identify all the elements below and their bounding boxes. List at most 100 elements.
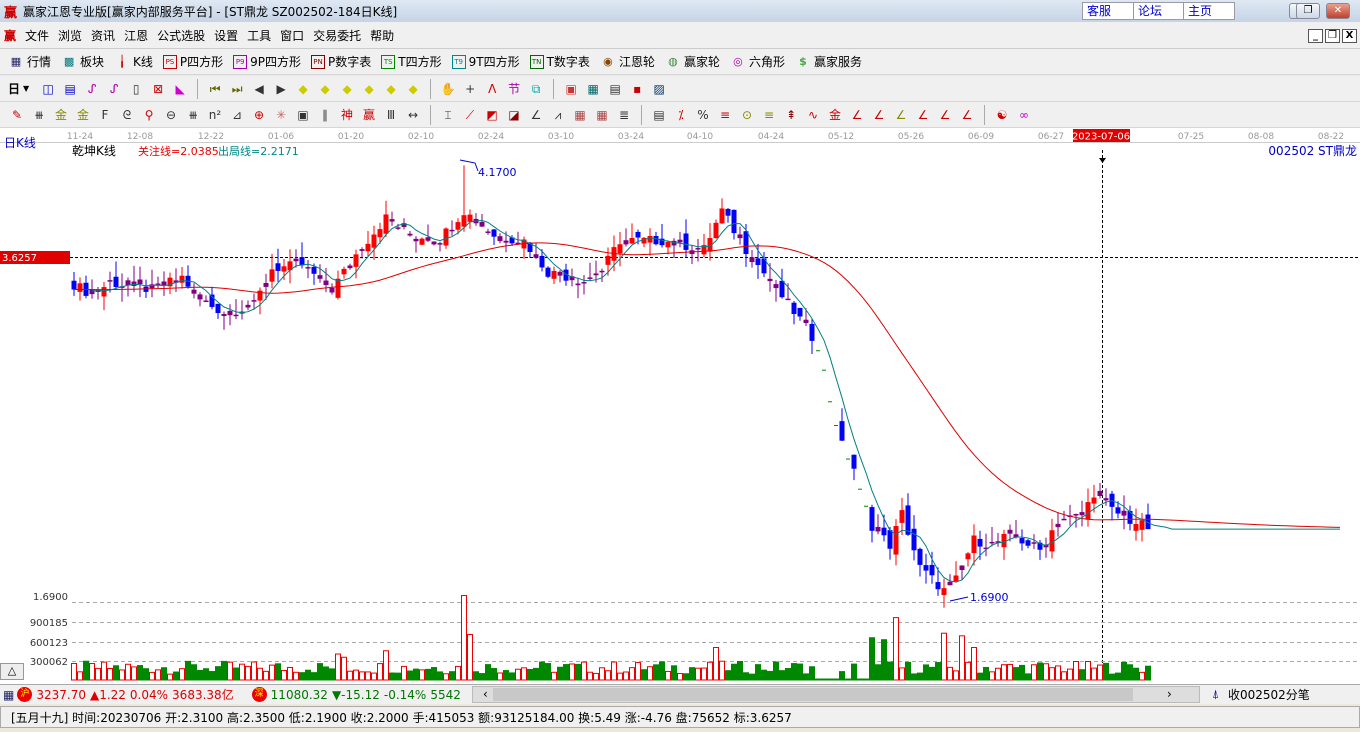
chart-canvas[interactable]: 11-24 12-08 12-22 01-06 01-20 02-10 02-24 03-10…: [0, 128, 1360, 684]
parallel-lines-icon[interactable]: ⧻: [30, 106, 48, 124]
print-icon[interactable]: ▨: [650, 80, 668, 98]
wave-icon[interactable]: ⩘: [549, 106, 567, 124]
vexpand-icon[interactable]: ◆: [382, 80, 400, 98]
god-icon[interactable]: 神: [338, 106, 356, 124]
percent-slash-icon[interactable]: ⁒: [672, 106, 690, 124]
menu-gann[interactable]: 江恩: [124, 27, 148, 44]
zoom-left-icon[interactable]: ◆: [294, 80, 312, 98]
fib-icon[interactable]: F: [96, 106, 114, 124]
menu-file[interactable]: 文件: [25, 27, 49, 44]
scroll-thumb[interactable]: [493, 688, 1133, 701]
menu-help[interactable]: 帮助: [370, 27, 394, 44]
indicator-icon[interactable]: ⊠: [149, 80, 167, 98]
festival-icon[interactable]: 节: [505, 80, 523, 98]
menu-browse[interactable]: 浏览: [58, 27, 82, 44]
slash-icon[interactable]: ∥: [316, 106, 334, 124]
table-icon[interactable]: ▤: [650, 106, 668, 124]
kline-button[interactable]: ╽ K线: [114, 53, 153, 70]
circle-icon[interactable]: ⊖: [162, 106, 180, 124]
fan3-icon[interactable]: ◪: [505, 106, 523, 124]
period-select[interactable]: 日 ▼: [8, 80, 29, 97]
p-number-table-button[interactable]: PN P数字表: [311, 53, 371, 70]
t-square-button[interactable]: TS T四方形: [381, 53, 442, 70]
mdi-close-button[interactable]: X: [1342, 29, 1357, 43]
report-icon[interactable]: ▤: [606, 80, 624, 98]
9p-square-button[interactable]: P9 9P四方形: [233, 53, 301, 70]
calculator-icon[interactable]: ▦: [584, 80, 602, 98]
sectors-button[interactable]: ▩ 板块: [61, 53, 104, 70]
menu-trade[interactable]: 交易委托: [313, 27, 361, 44]
grid-box-icon[interactable]: ▦: [571, 106, 589, 124]
save-icon[interactable]: ▪: [628, 80, 646, 98]
menu-tools[interactable]: 工具: [247, 27, 271, 44]
menu-window[interactable]: 窗口: [280, 27, 304, 44]
grid-icon[interactable]: ▦: [3, 688, 14, 702]
wave-box-icon[interactable]: ∿: [804, 106, 822, 124]
mdi-restore-button[interactable]: ❐: [1325, 29, 1340, 43]
hexagon-button[interactable]: ◎ 六角形: [730, 53, 785, 70]
brush-icon[interactable]: ⚲: [140, 106, 158, 124]
right-icon[interactable]: ▶: [272, 80, 290, 98]
lines-icon[interactable]: ≣: [615, 106, 633, 124]
god-angle-icon[interactable]: ∠: [914, 106, 932, 124]
left-icon[interactable]: ◀: [250, 80, 268, 98]
target-icon[interactable]: ⊕: [250, 106, 268, 124]
expand-icon[interactable]: ◆: [338, 80, 356, 98]
crosshair-icon[interactable]: +: [461, 80, 479, 98]
percent-icon[interactable]: %: [694, 106, 712, 124]
box-icon[interactable]: ▣: [294, 106, 312, 124]
four-angle-icon[interactable]: ∠: [958, 106, 976, 124]
gann-wheel-button[interactable]: ◉ 江恩轮: [600, 53, 655, 70]
volume-profile-icon[interactable]: ◣: [171, 80, 189, 98]
gold-angle-icon[interactable]: ∠: [892, 106, 910, 124]
angle-icon[interactable]: ⊿: [228, 106, 246, 124]
quotes-button[interactable]: ▦ 行情: [8, 53, 51, 70]
kline-chart[interactable]: 11-24 12-08 12-22 01-06 01-20 02-10 02-24 03-10…: [0, 128, 1360, 684]
t-number-table-button[interactable]: TN T数字表: [529, 53, 590, 70]
rect-icon[interactable]: ⌶: [439, 106, 457, 124]
comb-icon[interactable]: Ⅲ: [382, 106, 400, 124]
close-button[interactable]: ✕: [1326, 3, 1350, 19]
f-angle-icon[interactable]: ∠: [870, 106, 888, 124]
link-service[interactable]: 客服: [1082, 2, 1134, 20]
gold-lines-icon[interactable]: ≡: [760, 106, 778, 124]
notes-icon[interactable]: ▤: [61, 80, 79, 98]
grid-box2-icon[interactable]: ▦: [593, 106, 611, 124]
overlay-icon[interactable]: ◫: [39, 80, 57, 98]
fan-icon[interactable]: ⟋: [461, 106, 479, 124]
pen-icon[interactable]: ✎: [8, 106, 26, 124]
restore-button[interactable]: ❐: [1296, 3, 1320, 19]
infinity-icon[interactable]: ∞: [1015, 106, 1033, 124]
gold-line2-icon[interactable]: 金: [74, 106, 92, 124]
spiral-icon[interactable]: ᘓ: [118, 106, 136, 124]
expand-panel-button[interactable]: △: [0, 663, 24, 680]
angle2-icon[interactable]: ∠: [527, 106, 545, 124]
menu-settings[interactable]: 设置: [214, 27, 238, 44]
shrink-icon[interactable]: ◆: [360, 80, 378, 98]
measure-icon[interactable]: ↔: [404, 106, 422, 124]
win-angle-icon[interactable]: ∠: [936, 106, 954, 124]
menu-news[interactable]: 资讯: [91, 27, 115, 44]
gold-circle-icon[interactable]: ⊙: [738, 106, 756, 124]
tick-data-button[interactable]: 收002502分笔: [1228, 686, 1310, 703]
yin-yang-icon[interactable]: ☯: [993, 106, 1011, 124]
calendar-icon[interactable]: ▣: [562, 80, 580, 98]
mdi-minimize-button[interactable]: _: [1308, 29, 1323, 43]
ticker-scrollbar[interactable]: ‹ ›: [472, 686, 1200, 703]
menu-formula[interactable]: 公式选股: [157, 27, 205, 44]
vshrink-icon[interactable]: ◆: [404, 80, 422, 98]
percent-lines-icon[interactable]: ≡: [716, 106, 734, 124]
p-square-button[interactable]: PS P四方形: [162, 53, 223, 70]
zoom-right-icon[interactable]: ◆: [316, 80, 334, 98]
9t-square-button[interactable]: T9 9T四方形: [451, 53, 520, 70]
hand-icon[interactable]: ✋: [439, 80, 457, 98]
star-icon[interactable]: ✳: [272, 106, 290, 124]
j-angle-icon[interactable]: ∠: [848, 106, 866, 124]
wave9-icon[interactable]: ᔑ: [105, 80, 123, 98]
link-forum[interactable]: 论坛: [1133, 2, 1185, 20]
gold-box-icon[interactable]: 金: [826, 106, 844, 124]
fan2-icon[interactable]: ◩: [483, 106, 501, 124]
wave3-icon[interactable]: ᔑ: [83, 80, 101, 98]
gold-line-icon[interactable]: 金: [52, 106, 70, 124]
candle-type-icon[interactable]: ▯: [127, 80, 145, 98]
